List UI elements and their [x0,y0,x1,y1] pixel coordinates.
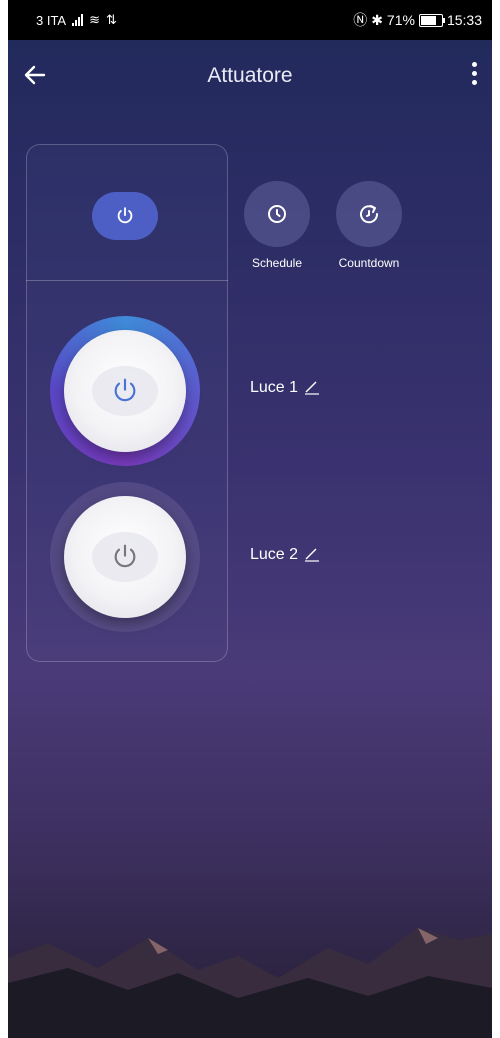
wifi-icon: ≋ [89,12,101,27]
power-on-icon [114,378,136,402]
edit-pencil-icon[interactable] [304,548,320,562]
app-screen: 3 ITA ≋ ⇅ Ⓝ ✱ 71% 15:33 Attuatore Schedu… [8,0,492,1038]
data-icon: ⇅ [106,12,117,27]
knob-center [92,532,158,582]
schedule-button[interactable] [244,181,310,247]
channel-2-power-button[interactable] [64,496,186,618]
edit-pencil-icon[interactable] [304,381,320,395]
panel-divider [26,280,228,281]
page-title: Attuatore [207,64,293,87]
status-left: 3 ITA ≋ ⇅ [36,12,117,28]
battery-icon [418,13,445,27]
channel-1-label[interactable]: Luce 1 [250,379,320,397]
channel-1-name: Luce 1 [250,379,299,396]
mountain-background [8,928,492,1038]
countdown-label: Countdown [338,256,400,270]
status-right: Ⓝ ✱ 71% 15:33 [353,10,482,30]
channel-1-ring [50,316,200,466]
status-bar: 3 ITA ≋ ⇅ Ⓝ ✱ 71% 15:33 [8,0,492,40]
schedule-label: Schedule [251,256,303,270]
countdown-button[interactable] [336,181,402,247]
signal-icon [72,14,84,26]
nfc-icon: Ⓝ [353,12,368,28]
channel-1-power-button[interactable] [64,330,186,452]
more-options-icon[interactable] [470,62,478,92]
bluetooth-icon: ✱ [371,11,383,28]
carrier-label: 3 ITA [36,12,67,28]
power-off-icon [114,544,136,568]
channel-2-ring [50,482,200,632]
countdown-timer-icon [360,205,379,224]
app-bar: Attuatore [8,40,492,114]
channel-2-name: Luce 2 [250,546,299,563]
channel-2-label[interactable]: Luce 2 [250,546,320,564]
schedule-clock-icon [268,205,286,223]
battery-percent: 71% [386,12,415,28]
clock: 15:33 [446,12,482,28]
knob-center [92,366,158,416]
all-power-button[interactable] [92,192,158,240]
power-icon [117,207,133,224]
